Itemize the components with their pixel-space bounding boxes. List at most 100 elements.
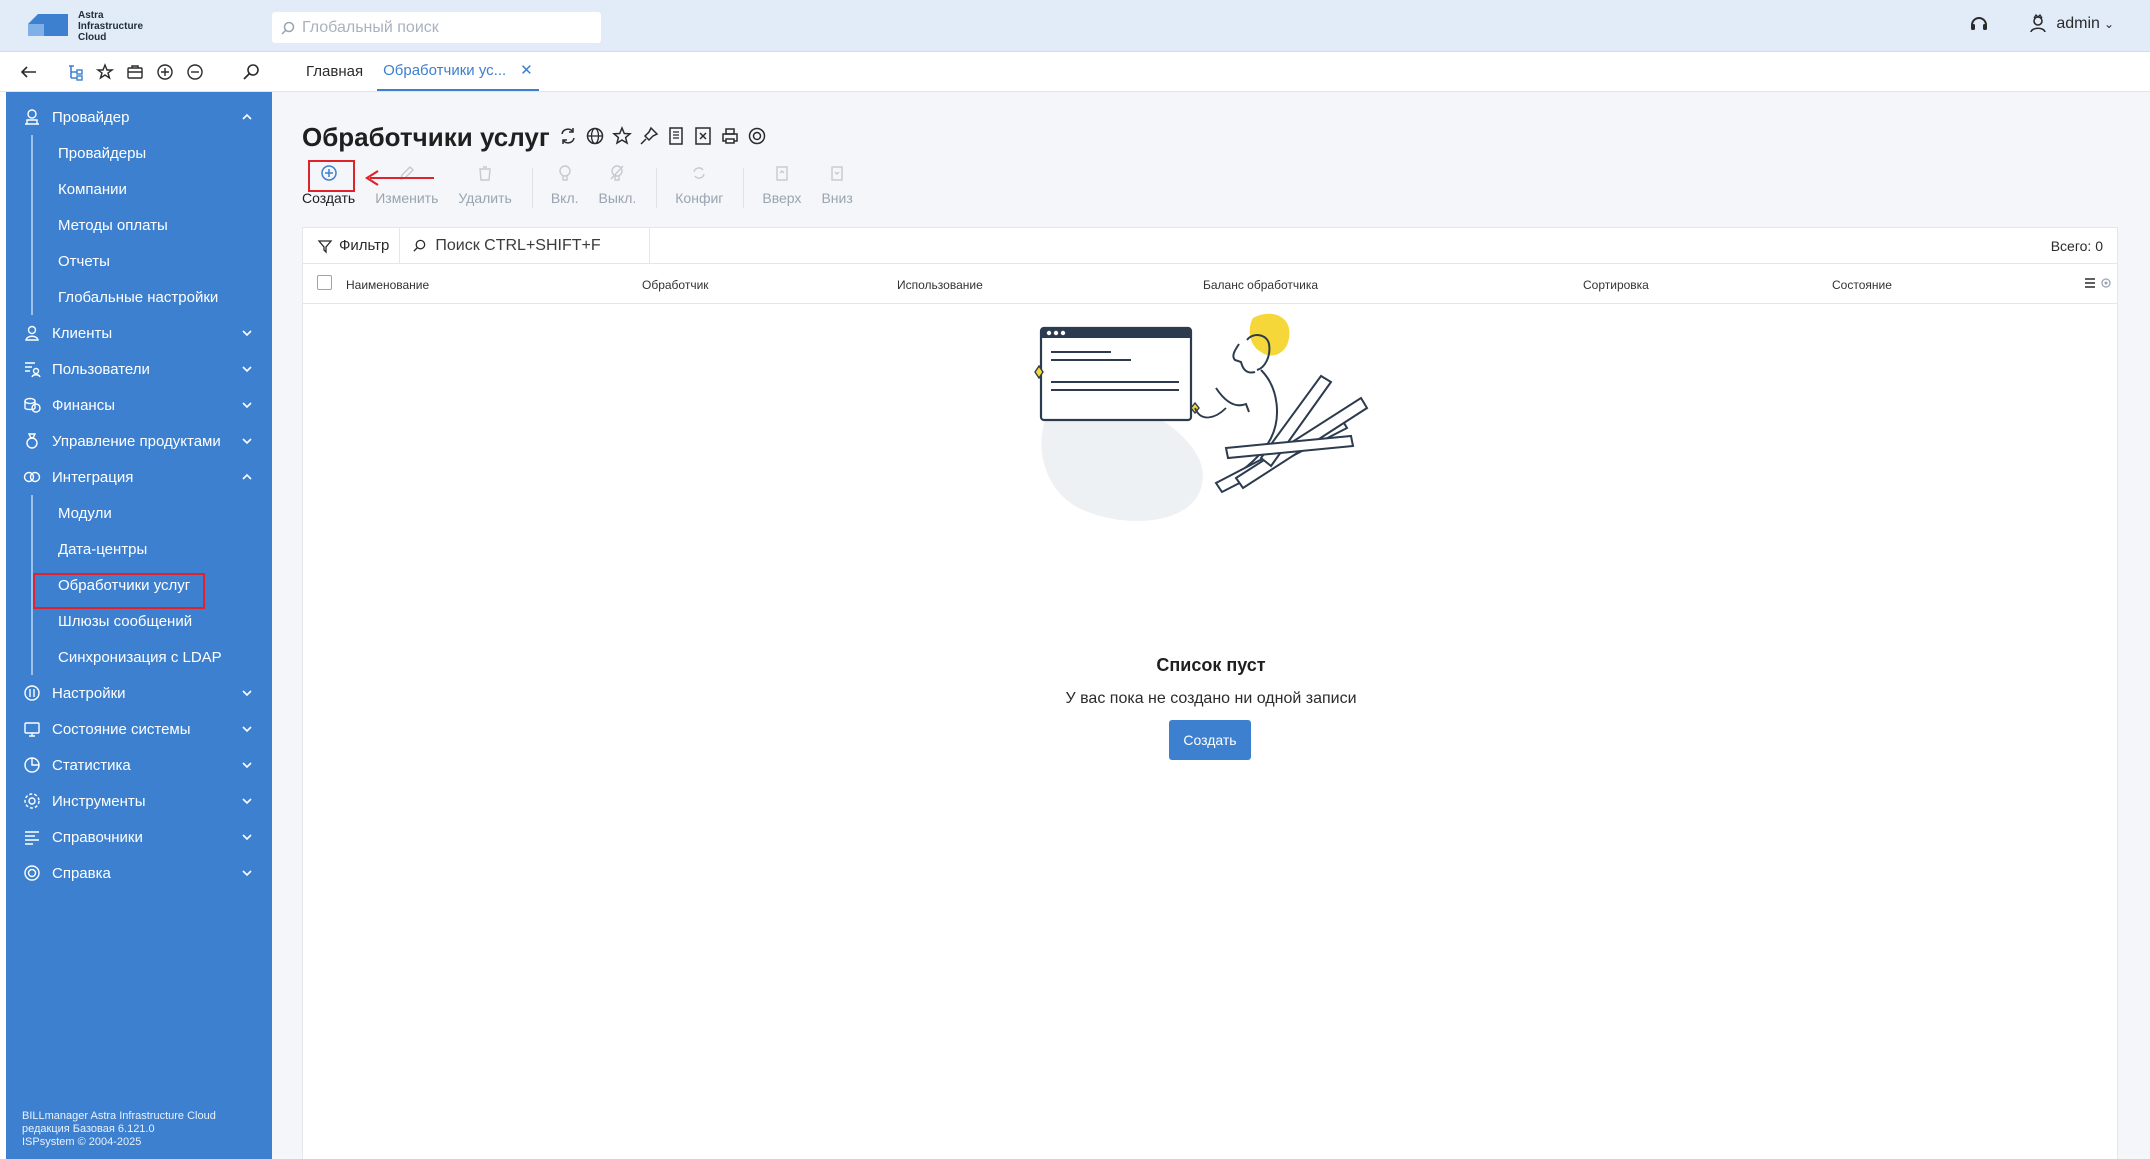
- sidebar-item-message-gateways[interactable]: Шлюзы сообщений: [31, 603, 271, 639]
- sidebar-item-providers[interactable]: Провайдеры: [31, 135, 271, 171]
- table-header: Наименование Обработчик Использование Ба…: [303, 264, 2117, 304]
- list-panel: Фильтр Всего: 0 Наименование Обработчик …: [302, 227, 2118, 1159]
- sidebar-section-system-state[interactable]: Состояние системы: [6, 711, 272, 747]
- filter-label: Фильтр: [339, 237, 390, 254]
- footer-copyright: ISPsystem © 2004-2025: [22, 1136, 142, 1148]
- list-search[interactable]: [400, 227, 651, 264]
- enable-button[interactable]: Вкл.: [551, 162, 579, 206]
- products-icon: [22, 431, 42, 451]
- column-name[interactable]: Наименование: [346, 278, 429, 292]
- sidebar-item-payment-methods[interactable]: Методы оплаты: [31, 207, 271, 243]
- sidebar-section-settings[interactable]: Настройки: [6, 675, 272, 711]
- refresh-icon[interactable]: [558, 126, 580, 148]
- sidebar-item-service-handlers[interactable]: Обработчики услуг: [31, 567, 271, 603]
- star-icon[interactable]: [612, 126, 634, 148]
- chevron-down-icon: [242, 762, 252, 769]
- sidebar-section-clients[interactable]: Клиенты: [6, 315, 272, 351]
- expand-all-icon[interactable]: [156, 62, 174, 82]
- tab-service-handlers-label: Обработчики ус...: [383, 61, 507, 79]
- empty-state-title: Список пуст: [1156, 655, 1266, 675]
- column-state[interactable]: Состояние: [1832, 278, 1892, 292]
- provider-icon: [22, 107, 42, 127]
- sidebar-section-users[interactable]: Пользователи: [6, 351, 272, 387]
- global-search[interactable]: [272, 12, 601, 43]
- config-button[interactable]: Конфиг: [675, 162, 723, 206]
- user-menu[interactable]: admin ⌄: [2028, 14, 2114, 34]
- star-icon[interactable]: [96, 62, 114, 82]
- sidebar-section-label: Состояние системы: [52, 720, 191, 738]
- excel-export-icon[interactable]: [693, 126, 715, 148]
- sidebar-section-tools[interactable]: Инструменты: [6, 783, 272, 819]
- sidebar-section-finance[interactable]: Финансы: [6, 387, 272, 423]
- back-icon[interactable]: [20, 62, 38, 82]
- clients-icon: [22, 323, 42, 343]
- menu-search-icon[interactable]: [242, 62, 260, 82]
- move-up-button[interactable]: Вверх: [762, 162, 801, 206]
- empty-state: Список пуст У вас пока не создано ни одн…: [303, 308, 2119, 760]
- sidebar-item-datacenters[interactable]: Дата-центры: [31, 531, 271, 567]
- create-button[interactable]: Создать: [302, 162, 355, 206]
- column-usage[interactable]: Использование: [897, 278, 983, 292]
- sidebar-section-provider[interactable]: Провайдер: [6, 99, 272, 135]
- config-button-label: Конфиг: [675, 190, 724, 206]
- empty-list-illustration: [1034, 313, 1369, 521]
- sidebar-section-references[interactable]: Справочники: [6, 819, 272, 855]
- sidebar-section-help[interactable]: Справка: [6, 855, 272, 891]
- empty-state-subtitle: У вас пока не создано ни одной записи: [1065, 690, 1357, 707]
- sidebar-section-statistics[interactable]: Статистика: [6, 747, 272, 783]
- sidebar-item-global-settings[interactable]: Глобальные настройки: [31, 279, 271, 315]
- help-circle-icon[interactable]: [747, 126, 769, 148]
- tree-icon[interactable]: [66, 62, 84, 82]
- tab-bar: Главная Обработчики ус... ✕: [272, 52, 2150, 92]
- collapse-all-icon[interactable]: [186, 62, 204, 82]
- support-headset-icon[interactable]: [1968, 13, 1990, 35]
- document-icon[interactable]: [666, 126, 688, 148]
- filter-button[interactable]: Фильтр: [303, 227, 401, 264]
- column-handler-balance[interactable]: Баланс обработчика: [1203, 278, 1318, 292]
- sidebar-item-modules[interactable]: Модули: [31, 495, 271, 531]
- list-search-input[interactable]: [435, 236, 646, 255]
- reference-icon: [22, 827, 42, 847]
- move-up-icon: [771, 162, 793, 184]
- select-all-checkbox[interactable]: [317, 275, 332, 290]
- gear-icon[interactable]: [2099, 276, 2113, 290]
- tab-home[interactable]: Главная: [300, 51, 369, 91]
- column-menu-icon[interactable]: [2083, 276, 2097, 290]
- column-handler[interactable]: Обработчик: [642, 278, 709, 292]
- sidebar-item-ldap-sync[interactable]: Синхронизация с LDAP: [31, 639, 271, 675]
- list-toolbar: Фильтр Всего: 0: [303, 227, 2117, 264]
- chevron-down-icon: [242, 798, 252, 805]
- sidebar-item-companies[interactable]: Компании: [31, 171, 271, 207]
- column-sorting[interactable]: Сортировка: [1583, 278, 1649, 292]
- globe-icon[interactable]: [585, 126, 607, 148]
- sidebar-item-reports[interactable]: Отчеты: [31, 243, 271, 279]
- filter-icon: [317, 239, 333, 254]
- sidebar-section-label: Провайдер: [52, 108, 130, 126]
- sidebar-section-label: Управление продуктами: [52, 432, 221, 450]
- sidebar-section-label: Финансы: [52, 396, 115, 414]
- tab-service-handlers[interactable]: Обработчики ус... ✕: [377, 51, 539, 91]
- sidebar-section-integration[interactable]: Интеграция: [6, 459, 272, 495]
- user-icon: [2030, 14, 2047, 33]
- logo-line-1: Astra: [78, 9, 104, 21]
- delete-button-label: Удалить: [458, 190, 512, 206]
- top-bar: Astra Infrastructure Cloud admin ⌄: [0, 0, 2150, 52]
- pin-icon[interactable]: [639, 126, 661, 148]
- logo[interactable]: Astra Infrastructure Cloud: [24, 8, 154, 44]
- global-search-input[interactable]: [302, 18, 592, 37]
- sidebar-section-label: Интеграция: [52, 468, 134, 486]
- logo-line-2: Infrastructure: [78, 20, 144, 32]
- move-down-button[interactable]: Вниз: [821, 162, 853, 206]
- delete-button[interactable]: Удалить: [458, 162, 512, 206]
- disable-button[interactable]: Выкл.: [599, 162, 636, 206]
- lightbulb-on-icon: [554, 162, 576, 184]
- edit-button-label: Изменить: [375, 190, 439, 206]
- enable-button-label: Вкл.: [550, 190, 579, 206]
- close-icon[interactable]: ✕: [520, 61, 533, 79]
- print-icon[interactable]: [720, 126, 742, 148]
- tools-icon: [22, 791, 42, 811]
- empty-state-create-button[interactable]: Создать: [1169, 720, 1251, 760]
- briefcase-icon[interactable]: [126, 62, 144, 82]
- sidebar-section-products[interactable]: Управление продуктами: [6, 423, 272, 459]
- sidebar-toolbar: [0, 52, 272, 92]
